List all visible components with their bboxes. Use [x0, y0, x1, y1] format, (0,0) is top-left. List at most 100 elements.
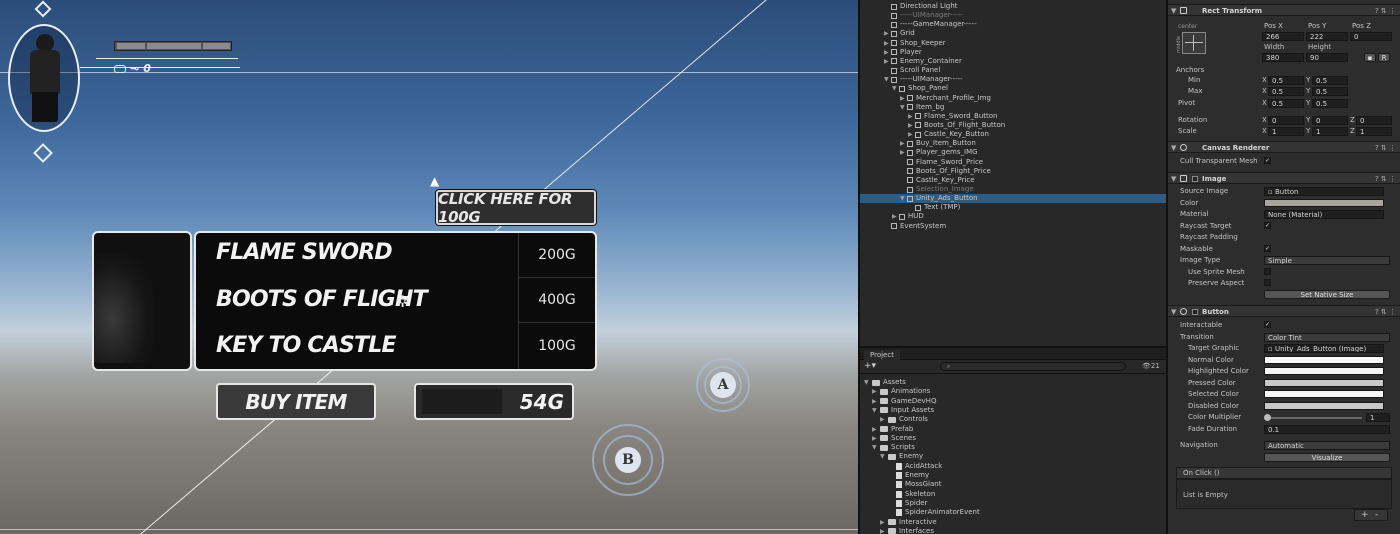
expand-arrow-icon[interactable]: ▶	[872, 434, 880, 443]
set-native-size-button[interactable]: Set Native Size	[1264, 290, 1390, 299]
expand-arrow-icon[interactable]: ▶	[880, 518, 888, 527]
component-menu-icon[interactable]: ? ⇅ ⋮	[1375, 174, 1396, 184]
project-script[interactable]: MossGiant	[888, 480, 941, 489]
rotation-y-field[interactable]: 0	[1312, 116, 1348, 125]
hierarchy-item[interactable]: ▶ HUD	[892, 212, 924, 221]
use-sprite-mesh-checkbox[interactable]	[1264, 268, 1271, 275]
normal-color-swatch[interactable]	[1264, 356, 1384, 364]
expand-arrow-icon[interactable]: ▶	[892, 212, 899, 221]
raw-edit-button[interactable]: R	[1378, 53, 1390, 62]
hierarchy-item[interactable]: Text (TMP)	[908, 203, 960, 212]
move-tool-gizmo-icon[interactable]: ✲	[396, 292, 409, 311]
color-multiplier-slider[interactable]	[1266, 417, 1362, 419]
hierarchy-item[interactable]: ▶ Shop_Keeper	[884, 39, 946, 48]
project-folder[interactable]: ▼ Input Assets	[872, 406, 934, 415]
image-type-dropdown[interactable]: Simple	[1264, 256, 1390, 265]
expand-arrow-icon[interactable]: ▶	[884, 57, 891, 66]
hierarchy-item[interactable]: ▶ Grid	[884, 29, 915, 38]
source-image-field[interactable]: ▫ Button	[1264, 187, 1384, 196]
expand-arrow-icon[interactable]: ▶	[908, 112, 915, 121]
add-event-button[interactable]: +	[1361, 511, 1369, 520]
expand-arrow-icon[interactable]: ▼	[864, 378, 872, 387]
pos-z-field[interactable]: 0	[1350, 32, 1392, 41]
expand-arrow-icon[interactable]: ▶	[872, 397, 880, 406]
anchor-presets-icon[interactable]	[1182, 32, 1206, 54]
create-plus-icon[interactable]: +▾	[864, 361, 876, 371]
pressed-color-swatch[interactable]	[1264, 379, 1384, 387]
hierarchy-panel[interactable]: Directional Light -----UIManager----- ----…	[858, 0, 1166, 346]
hierarchy-item[interactable]: ▼ Shop_Panel	[892, 84, 948, 93]
component-menu-icon[interactable]: ? ⇅ ⋮	[1375, 143, 1396, 153]
expand-arrow-icon[interactable]: ▼	[872, 406, 880, 415]
anchor-min-y-field[interactable]: 0.5	[1312, 76, 1348, 85]
pos-y-field[interactable]: 222	[1306, 32, 1348, 41]
hierarchy-item[interactable]: -----UIManager-----	[884, 11, 963, 20]
cull-transparent-mesh-checkbox[interactable]: ✓	[1264, 157, 1271, 164]
expand-arrow-icon[interactable]: ▶	[880, 527, 888, 534]
hierarchy-item[interactable]: ▶ Merchant_Profile_Img	[900, 94, 991, 103]
expand-arrow-icon[interactable]: ▶	[908, 130, 915, 139]
expand-arrow-icon[interactable]: ▶	[884, 29, 891, 38]
button-component-header[interactable]: ▼ Button ? ⇅ ⋮	[1168, 305, 1400, 317]
project-panel[interactable]: Project +▾ ⌕ 👁21 ▼ Assets ▶ Animations ▶ Game…	[858, 346, 1166, 534]
hierarchy-item[interactable]: ▶ Enemy_Container	[884, 57, 962, 66]
hierarchy-item[interactable]: ▼ Item_bg	[900, 103, 944, 112]
maskable-checkbox[interactable]: ✓	[1264, 245, 1271, 252]
scale-x-field[interactable]: 1	[1268, 127, 1304, 136]
expand-arrow-icon[interactable]: ▶	[884, 48, 891, 57]
hierarchy-item[interactable]: Directional Light	[884, 2, 958, 11]
selected-color-swatch[interactable]	[1264, 390, 1384, 398]
width-field[interactable]: 380	[1262, 53, 1304, 62]
hierarchy-item[interactable]: Selection_Image	[900, 185, 974, 194]
expand-arrow-icon[interactable]: ▼	[900, 194, 907, 203]
anchor-max-x-field[interactable]: 0.5	[1268, 87, 1304, 96]
project-folder[interactable]: ▼ Enemy	[880, 452, 923, 461]
scale-z-field[interactable]: 1	[1356, 127, 1392, 136]
expand-arrow-icon[interactable]: ▼	[872, 443, 880, 452]
material-field[interactable]: None (Material)	[1264, 210, 1384, 219]
project-script[interactable]: AcidAttack	[888, 462, 942, 471]
image-color-swatch[interactable]	[1264, 199, 1384, 207]
pivot-x-field[interactable]: 0.5	[1268, 99, 1304, 108]
scale-y-field[interactable]: 1	[1312, 127, 1348, 136]
raycast-target-checkbox[interactable]: ✓	[1264, 222, 1271, 229]
expand-arrow-icon[interactable]: ▶	[900, 139, 907, 148]
interactable-checkbox[interactable]: ✓	[1264, 321, 1271, 328]
hierarchy-item[interactable]: ▶ Castle_Key_Button	[908, 130, 989, 139]
hierarchy-item[interactable]: ▼ Unity_Ads_Button	[860, 194, 1166, 204]
target-graphic-field[interactable]: ▫ Unity_Ads_Button (Image)	[1264, 344, 1384, 353]
hierarchy-item[interactable]: Castle_Key_Price	[900, 176, 975, 185]
project-script[interactable]: SpiderAnimatorEvent	[888, 508, 980, 517]
preserve-aspect-checkbox[interactable]	[1264, 279, 1271, 286]
hierarchy-item[interactable]: ▼ -----UIManager-----	[884, 75, 963, 84]
project-search-input[interactable]: ⌕	[940, 362, 1126, 371]
expand-arrow-icon[interactable]: ▼	[884, 75, 891, 84]
rotation-x-field[interactable]: 0	[1268, 116, 1304, 125]
hierarchy-item[interactable]: ▶ Buy_Item_Button	[900, 139, 976, 148]
visualize-button[interactable]: Visualize	[1264, 453, 1390, 462]
highlighted-color-swatch[interactable]	[1264, 367, 1384, 375]
scene-view[interactable]: ⊸ 0 ▲ CLICK HERE FOR 100G FLAME SWORD BOO…	[0, 0, 858, 534]
expand-arrow-icon[interactable]: ▶	[908, 121, 915, 130]
project-tab[interactable]: Project	[864, 350, 900, 360]
component-menu-icon[interactable]: ? ⇅ ⋮	[1375, 307, 1396, 317]
project-folder[interactable]: ▼ Scripts	[872, 443, 915, 452]
b-button-icon[interactable]: B	[615, 447, 641, 473]
expand-arrow-icon[interactable]: ▶	[872, 425, 880, 434]
fade-duration-field[interactable]: 0.1	[1264, 425, 1390, 434]
blueprint-mode-button[interactable]: ▪	[1364, 53, 1376, 62]
height-field[interactable]: 90	[1306, 53, 1348, 62]
expand-arrow-icon[interactable]: ▼	[880, 452, 888, 461]
transition-dropdown[interactable]: Color Tint	[1264, 333, 1390, 342]
remove-event-button[interactable]: -	[1375, 511, 1378, 520]
project-folder[interactable]: ▼ Assets	[864, 378, 906, 387]
anchor-max-y-field[interactable]: 0.5	[1312, 87, 1348, 96]
flame-sword-button[interactable]: FLAME SWORD	[216, 240, 393, 265]
component-menu-icon[interactable]: ? ⇅ ⋮	[1375, 6, 1396, 16]
expand-arrow-icon[interactable]: ▶	[880, 415, 888, 424]
project-script[interactable]: Enemy	[888, 471, 929, 480]
raycast-padding-label[interactable]: Raycast Padding	[1180, 233, 1238, 242]
hierarchy-item[interactable]: ▶ Flame_Sword_Button	[908, 112, 997, 121]
a-button-icon[interactable]: A	[710, 372, 736, 398]
rect-transform-header[interactable]: ▼ Rect Transform ? ⇅ ⋮	[1168, 4, 1400, 16]
